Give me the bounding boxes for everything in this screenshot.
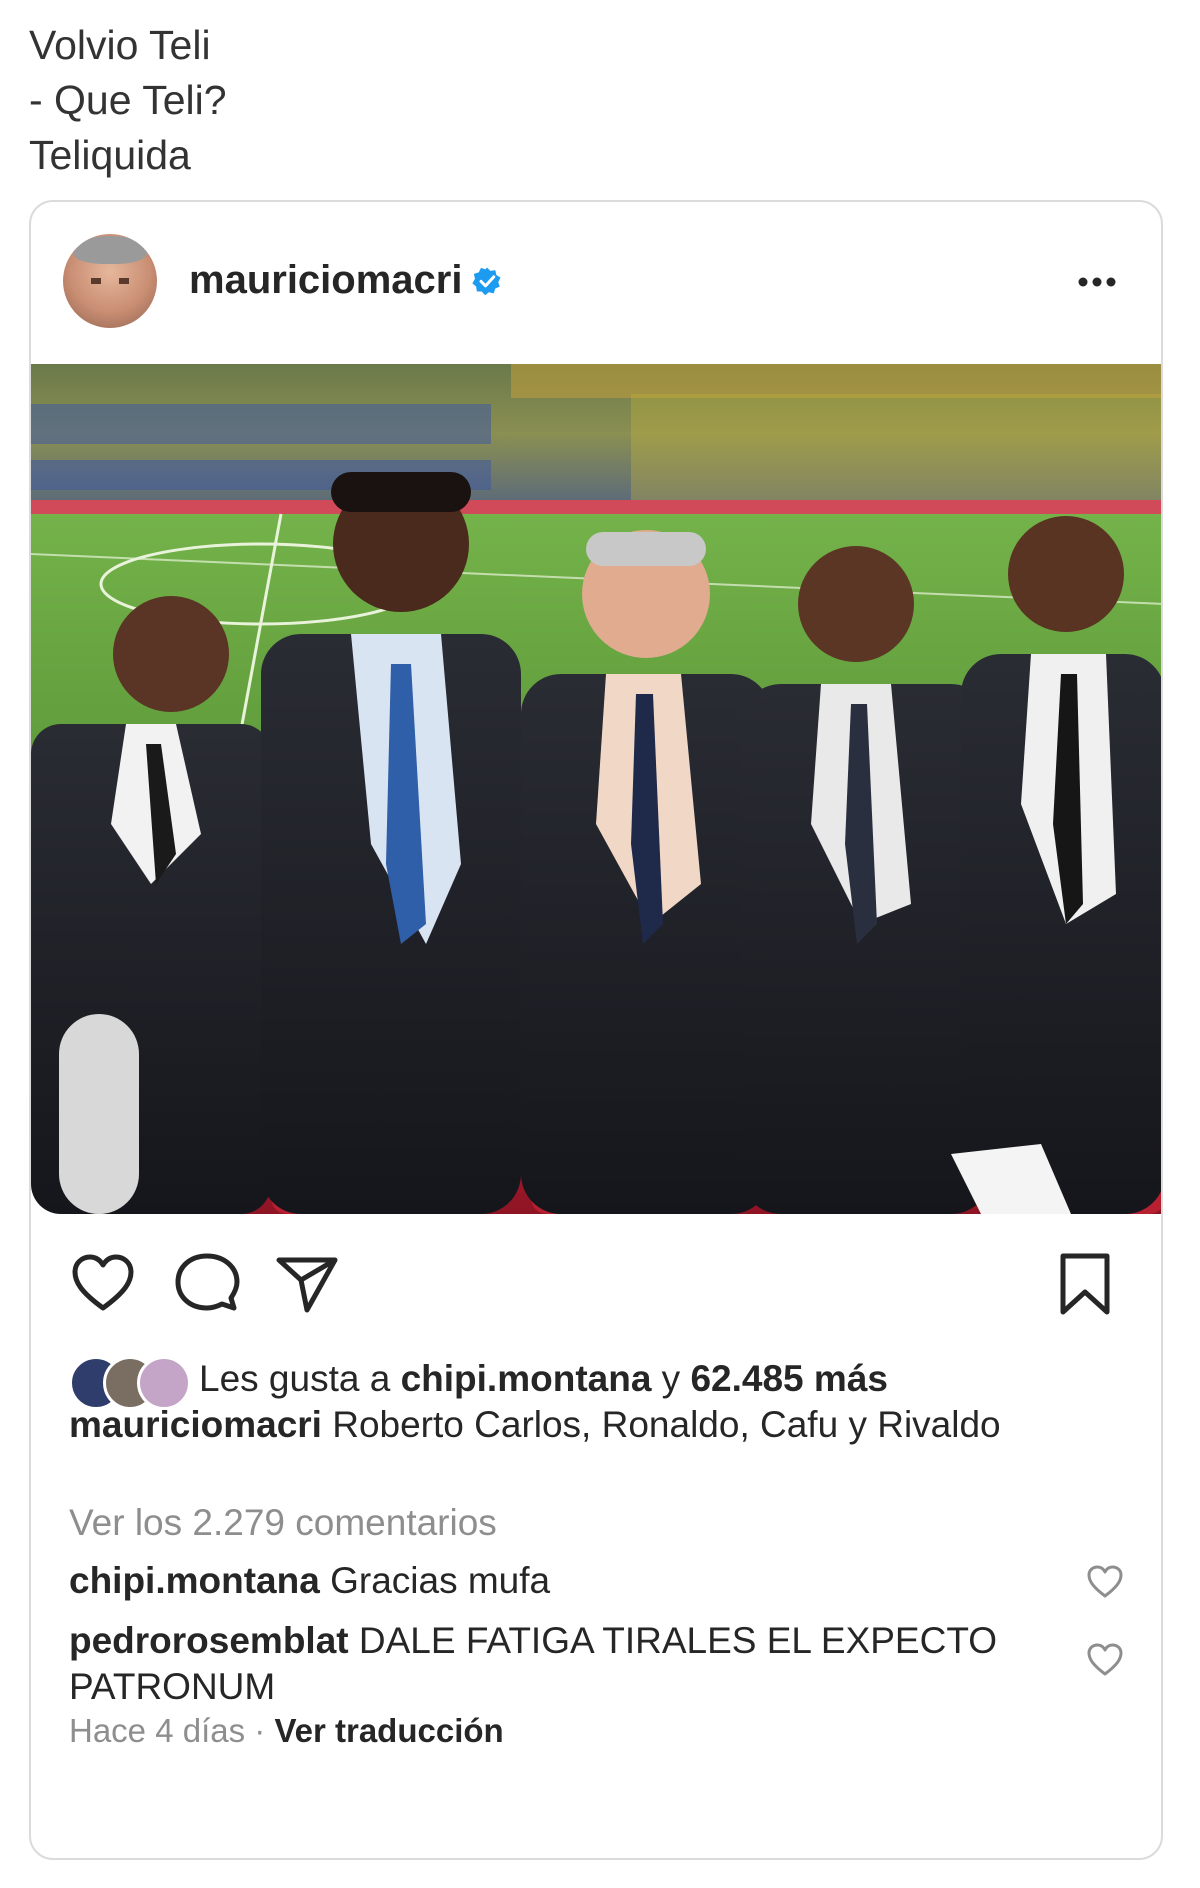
comment-username[interactable]: pedrorosemblat [69, 1620, 349, 1661]
post-photo[interactable] [31, 364, 1161, 1214]
caption-line-1: Volvio Teli [29, 22, 211, 68]
instagram-post-card: mauriciomacri Les gusta a chipi.montana … [29, 200, 1163, 1860]
more-options-icon[interactable] [1069, 254, 1125, 310]
post-timestamp: Hace 4 días [69, 1712, 246, 1749]
comment-username[interactable]: chipi.montana [69, 1560, 320, 1601]
comment-item: pedrorosemblat DALE FATIGA TIRALES EL EX… [69, 1618, 1029, 1710]
caption-line-2: - Que Teli? [29, 77, 227, 123]
heart-icon[interactable] [67, 1248, 139, 1320]
comment-heart-icon[interactable] [1085, 1562, 1125, 1602]
post-actions [31, 1214, 1161, 1334]
caption-text: Roberto Carlos, Ronaldo, Cafu y Rivaldo [321, 1404, 1001, 1445]
post-username-row[interactable]: mauriciomacri [189, 258, 502, 303]
liker-avatars [69, 1356, 191, 1410]
footer-separator: · [245, 1712, 275, 1749]
post-caption: mauriciomacri Roberto Carlos, Ronaldo, C… [69, 1402, 1109, 1448]
avatar[interactable] [63, 234, 157, 328]
caption-username[interactable]: mauriciomacri [69, 1404, 322, 1445]
stadium-photo-illustration [31, 364, 1161, 1214]
bookmark-icon[interactable] [1049, 1248, 1121, 1320]
likes-middle: y [651, 1358, 691, 1399]
comment-text: Gracias mufa [319, 1560, 551, 1601]
post-username[interactable]: mauriciomacri [189, 258, 462, 302]
likes-text: Les gusta a chipi.montana y 62.485 más [199, 1358, 888, 1400]
verified-badge-icon [472, 267, 501, 296]
likes-prefix: Les gusta a [199, 1358, 401, 1399]
meme-caption: Volvio Teli - Que Teli? Teliquida [29, 18, 227, 183]
see-translation-link[interactable]: Ver traducción [274, 1712, 503, 1749]
post-header: mauriciomacri [31, 202, 1161, 364]
caption-line-3: Teliquida [29, 132, 191, 178]
comment-icon[interactable] [171, 1248, 243, 1320]
likes-count[interactable]: 62.485 más [690, 1358, 888, 1399]
comment-item: chipi.montana Gracias mufa [69, 1558, 1029, 1604]
view-comments-link[interactable]: Ver los 2.279 comentarios [69, 1502, 497, 1544]
post-footer: Hace 4 días · Ver traducción [69, 1712, 504, 1750]
likes-user[interactable]: chipi.montana [401, 1358, 652, 1399]
comment-heart-icon[interactable] [1085, 1640, 1125, 1680]
send-icon[interactable] [271, 1248, 343, 1320]
